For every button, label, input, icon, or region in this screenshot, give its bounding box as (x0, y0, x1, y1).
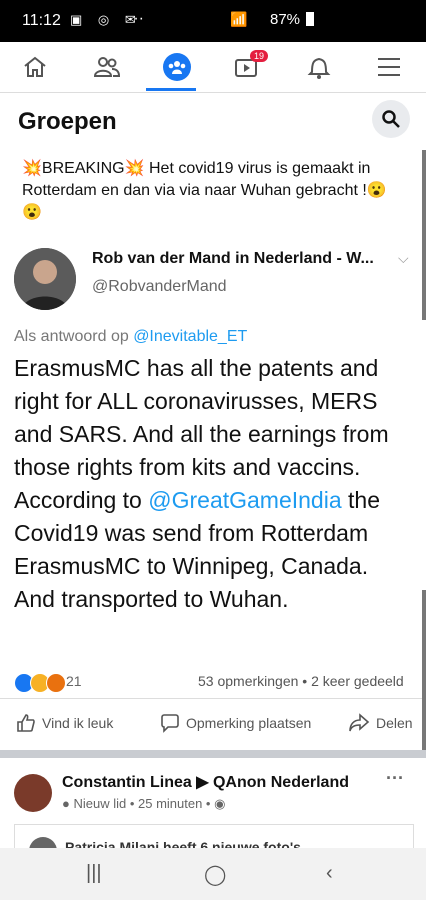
headline-prefix: 💥BREAKING💥 (22, 160, 145, 177)
groups-header: Groepen (0, 92, 426, 148)
active-tab-indicator (146, 88, 196, 91)
notifications-bell-icon[interactable] (304, 52, 334, 82)
menu-icon[interactable] (374, 52, 404, 82)
share-label: Delen (376, 715, 413, 731)
wifi-signal-icon: 📶 (230, 11, 248, 27)
reaction-icons[interactable] (14, 673, 66, 693)
share-button[interactable]: Delen (348, 713, 413, 733)
reply-mention-link[interactable]: @Inevitable_ET (133, 328, 247, 345)
thumbs-up-icon (17, 714, 35, 732)
comment-icon (161, 714, 179, 733)
more-notifications-icon: ··· (128, 10, 144, 27)
home-circle-icon[interactable]: ◯ (204, 862, 226, 887)
author-name[interactable]: Rob van der Mand in Nederland - W... (92, 250, 382, 268)
page-title: Groepen (18, 108, 117, 135)
friends-icon[interactable] (92, 52, 122, 82)
comment-button[interactable]: Opmerking plaatsen (160, 713, 311, 733)
scrollbar[interactable] (422, 150, 426, 320)
comment-label: Opmerking plaatsen (186, 715, 312, 731)
recent-apps-icon[interactable]: ||| (86, 862, 102, 885)
body-mention-link[interactable]: @GreatGameIndia (148, 487, 341, 513)
comments-shares-count[interactable]: 53 opmerkingen • 2 keer gedeeld (198, 673, 404, 689)
globe-icon: ◉ (214, 796, 226, 811)
battery-icon (306, 12, 314, 26)
reply-line: Als antwoord op @Inevitable_ET (14, 328, 247, 346)
reply-prefix: Als antwoord op (14, 328, 129, 345)
next-post: Constantin Linea ▶ QAnon Nederland ● Nie… (0, 758, 426, 855)
home-icon[interactable] (20, 52, 50, 82)
avatar[interactable] (14, 774, 52, 812)
app-navbar: 19 (0, 42, 426, 93)
angry-reaction-icon (46, 673, 66, 693)
watch-badge: 19 (250, 50, 269, 62)
chevron-down-icon[interactable]: ⌵ (398, 250, 409, 267)
battery-level: 87% (270, 11, 301, 28)
search-icon (382, 110, 400, 128)
tweet-body: ErasmusMC has all the patents and right … (14, 352, 414, 616)
post-headline: 💥BREAKING💥 Het covid19 virus is gemaakt … (22, 158, 402, 224)
like-label: Vind ik leuk (42, 715, 114, 731)
post-stats: 21 53 opmerkingen • 2 keer gedeeld (0, 655, 426, 693)
post-actions: Vind ik leuk Opmerking plaatsen Delen (0, 698, 426, 743)
new-member-icon: ● (62, 796, 70, 811)
groups-icon[interactable] (162, 52, 192, 82)
post2-title[interactable]: Constantin Linea ▶ QAnon Nederland (62, 772, 349, 792)
back-icon[interactable]: ‹ (326, 862, 333, 885)
like-button[interactable]: Vind ik leuk (16, 713, 113, 733)
status-bar: 11:12 ▣ ◎ ✉ ··· 📶 87% (0, 0, 426, 42)
search-button[interactable] (372, 100, 410, 138)
share-icon (349, 713, 370, 732)
clock: 11:12 (22, 12, 61, 29)
more-options-icon[interactable]: ··· (386, 768, 404, 789)
scrollbar-lower[interactable] (422, 590, 426, 750)
post2-subtitle: ● Nieuw lid • 25 minuten • ◉ (62, 796, 225, 812)
avatar[interactable] (14, 248, 76, 310)
author-handle[interactable]: @RobvanderMand (92, 278, 227, 296)
feed-divider (0, 750, 426, 758)
android-navigation-bar: ||| ◯ ‹ (0, 848, 426, 900)
reaction-count[interactable]: 21 (66, 673, 82, 689)
post2-meta: Nieuw lid • 25 minuten • (73, 796, 211, 811)
